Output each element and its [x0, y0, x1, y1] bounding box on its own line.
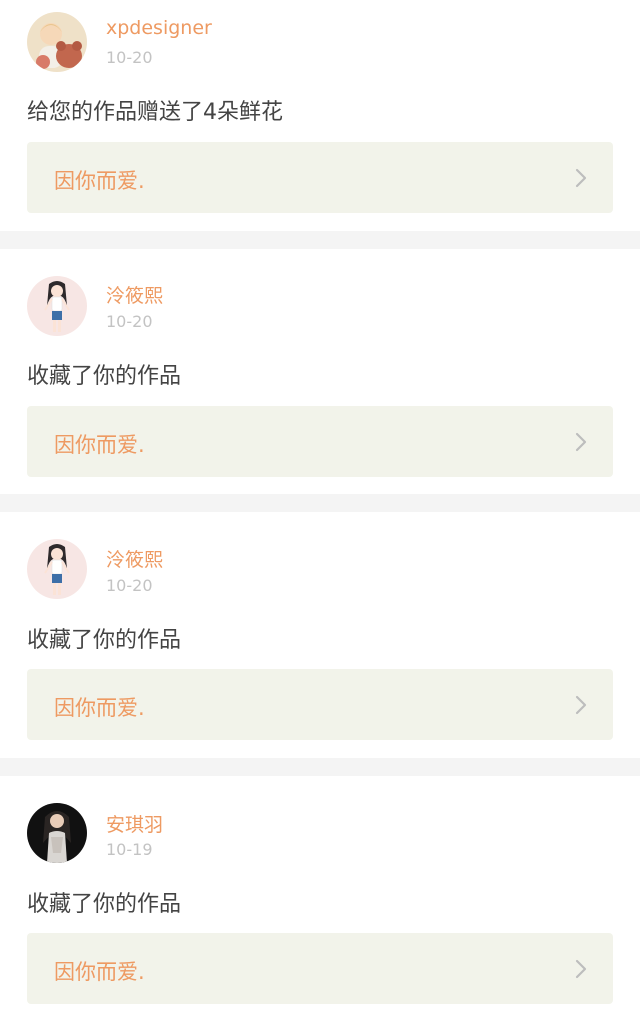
timestamp: 10-20: [106, 48, 153, 67]
work-link[interactable]: 因你而爱.: [27, 406, 613, 477]
notification-card: xpdesigner 10-20 给您的作品赠送了4朵鲜花 因你而爱.: [0, 0, 640, 231]
work-title: 因你而爱.: [54, 960, 145, 984]
avatar-child-teddy-photo-icon: [27, 12, 87, 72]
notification-feed: xpdesigner 10-20 给您的作品赠送了4朵鲜花 因你而爱. 泠筱熙 …: [0, 0, 640, 1023]
chevron-right-icon: [575, 432, 587, 452]
work-link[interactable]: 因你而爱.: [27, 933, 613, 1004]
user-avatar[interactable]: [27, 803, 87, 863]
action-text: 给您的作品赠送了4朵鲜花: [27, 100, 283, 125]
action-text: 收藏了你的作品: [27, 892, 182, 917]
work-title: 因你而爱.: [54, 169, 145, 193]
notification-card: 泠筱熙 10-20 收藏了你的作品 因你而爱.: [0, 249, 640, 494]
chevron-right-icon: [575, 695, 587, 715]
work-link[interactable]: 因你而爱.: [27, 142, 613, 213]
username[interactable]: xpdesigner: [106, 17, 212, 39]
user-avatar[interactable]: [27, 276, 87, 336]
work-link[interactable]: 因你而爱.: [27, 669, 613, 740]
timestamp: 10-20: [106, 312, 153, 331]
timestamp: 10-20: [106, 576, 153, 595]
action-text: 收藏了你的作品: [27, 364, 182, 389]
avatar-anime-girl-illustration-icon: [27, 276, 87, 336]
notification-card: 泠筱熙 10-20 收藏了你的作品 因你而爱.: [0, 512, 640, 758]
action-text: 收藏了你的作品: [27, 628, 182, 653]
notification-card: 安琪羽 10-19 收藏了你的作品 因你而爱.: [0, 776, 640, 1023]
username[interactable]: 泠筱熙: [106, 545, 163, 572]
chevron-right-icon: [575, 168, 587, 188]
work-title: 因你而爱.: [54, 433, 145, 457]
timestamp: 10-19: [106, 840, 153, 859]
user-avatar[interactable]: [27, 539, 87, 599]
username[interactable]: 泠筱熙: [106, 281, 163, 308]
username[interactable]: 安琪羽: [106, 810, 163, 837]
work-title: 因你而爱.: [54, 696, 145, 720]
user-avatar[interactable]: [27, 12, 87, 72]
avatar-woman-photo-icon: [27, 803, 87, 863]
avatar-anime-girl-illustration-icon: [27, 539, 87, 599]
chevron-right-icon: [575, 959, 587, 979]
